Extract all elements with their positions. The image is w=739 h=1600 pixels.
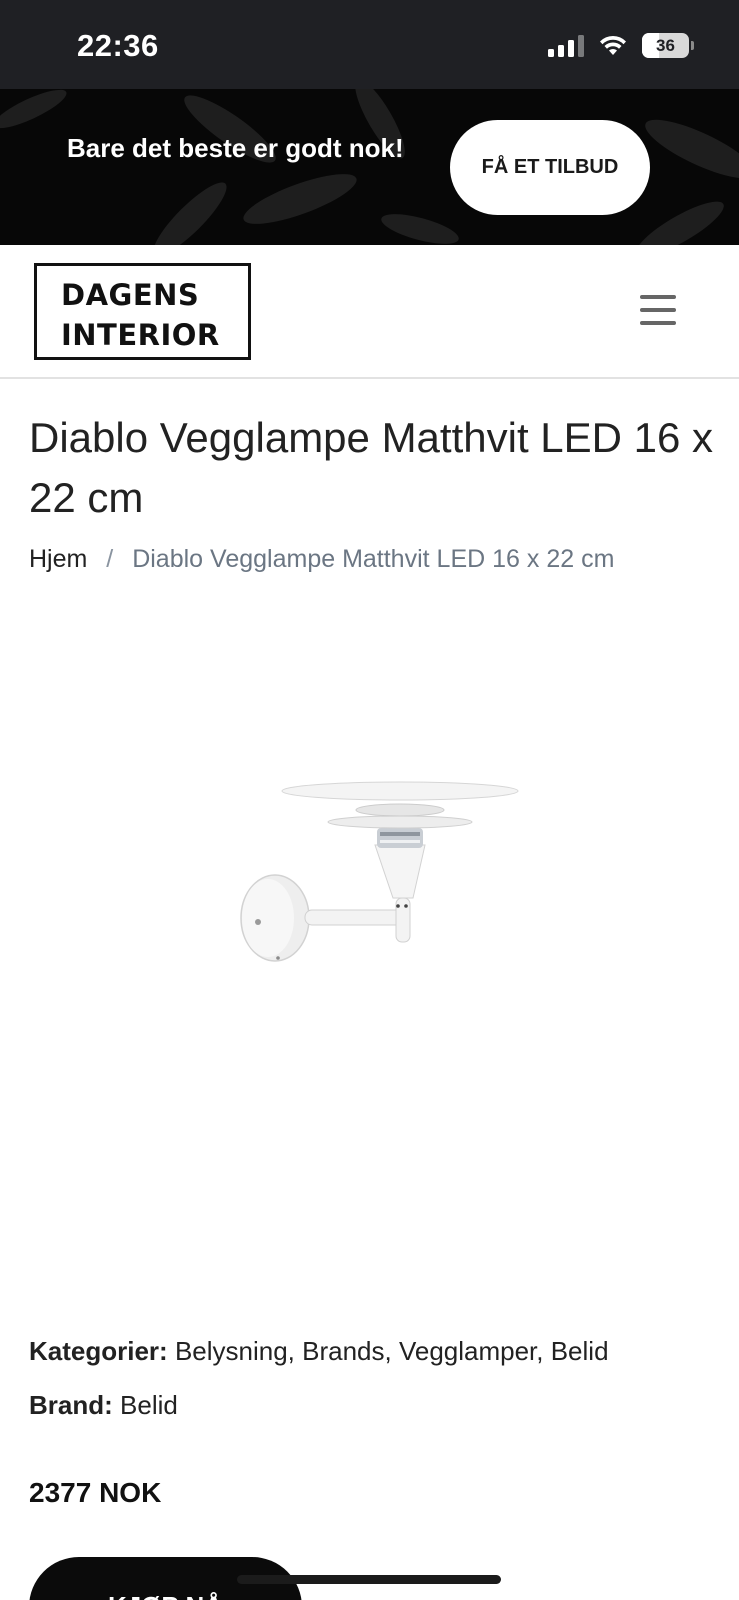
battery-level: 36	[656, 35, 675, 55]
wifi-icon	[600, 35, 626, 55]
promo-text: Bare det beste er godt nok!	[67, 133, 404, 163]
promo-banner: Bare det beste er godt nok! FÅ ET TILBUD	[0, 89, 739, 245]
product-title: Diablo Vegglampe Matthvit LED 16 x 22 cm	[29, 414, 714, 521]
product-brand: Brand: Belid	[29, 1390, 178, 1421]
wall-lamp-product-image[interactable]	[230, 770, 540, 990]
status-time: 22:36	[77, 28, 159, 63]
brand-label: Brand:	[29, 1390, 113, 1420]
home-indicator[interactable]	[237, 1575, 501, 1584]
cellular-signal-icon	[548, 34, 584, 57]
brand-value[interactable]: Belid	[120, 1390, 178, 1420]
logo-line-1: DAGENS	[61, 278, 200, 312]
get-offer-button[interactable]: FÅ ET TILBUD	[450, 120, 650, 215]
breadcrumb: Hjem / Diablo Vegglampe Matthvit LED 16 …	[29, 545, 614, 574]
status-bar: 22:36 36	[0, 0, 739, 89]
categories-value[interactable]: Belysning, Brands, Vegglamper, Belid	[175, 1336, 609, 1366]
product-price: 2377 NOK	[29, 1477, 162, 1508]
breadcrumb-home-link[interactable]: Hjem	[29, 545, 87, 573]
status-icons: 36	[548, 33, 694, 58]
breadcrumb-current: Diablo Vegglampe Matthvit LED 16 x 22 cm	[132, 545, 615, 573]
logo-line-2: INTERIOR	[61, 318, 220, 352]
breadcrumb-separator: /	[106, 545, 114, 573]
site-header: DAGENS INTERIOR	[0, 245, 739, 379]
categories-label: Kategorier:	[29, 1336, 168, 1366]
product-categories: Kategorier: Belysning, Brands, Vegglampe…	[29, 1336, 609, 1367]
battery-icon: 36	[642, 33, 694, 58]
hamburger-menu-icon[interactable]	[640, 295, 676, 325]
site-logo[interactable]: DAGENS INTERIOR	[34, 263, 251, 360]
